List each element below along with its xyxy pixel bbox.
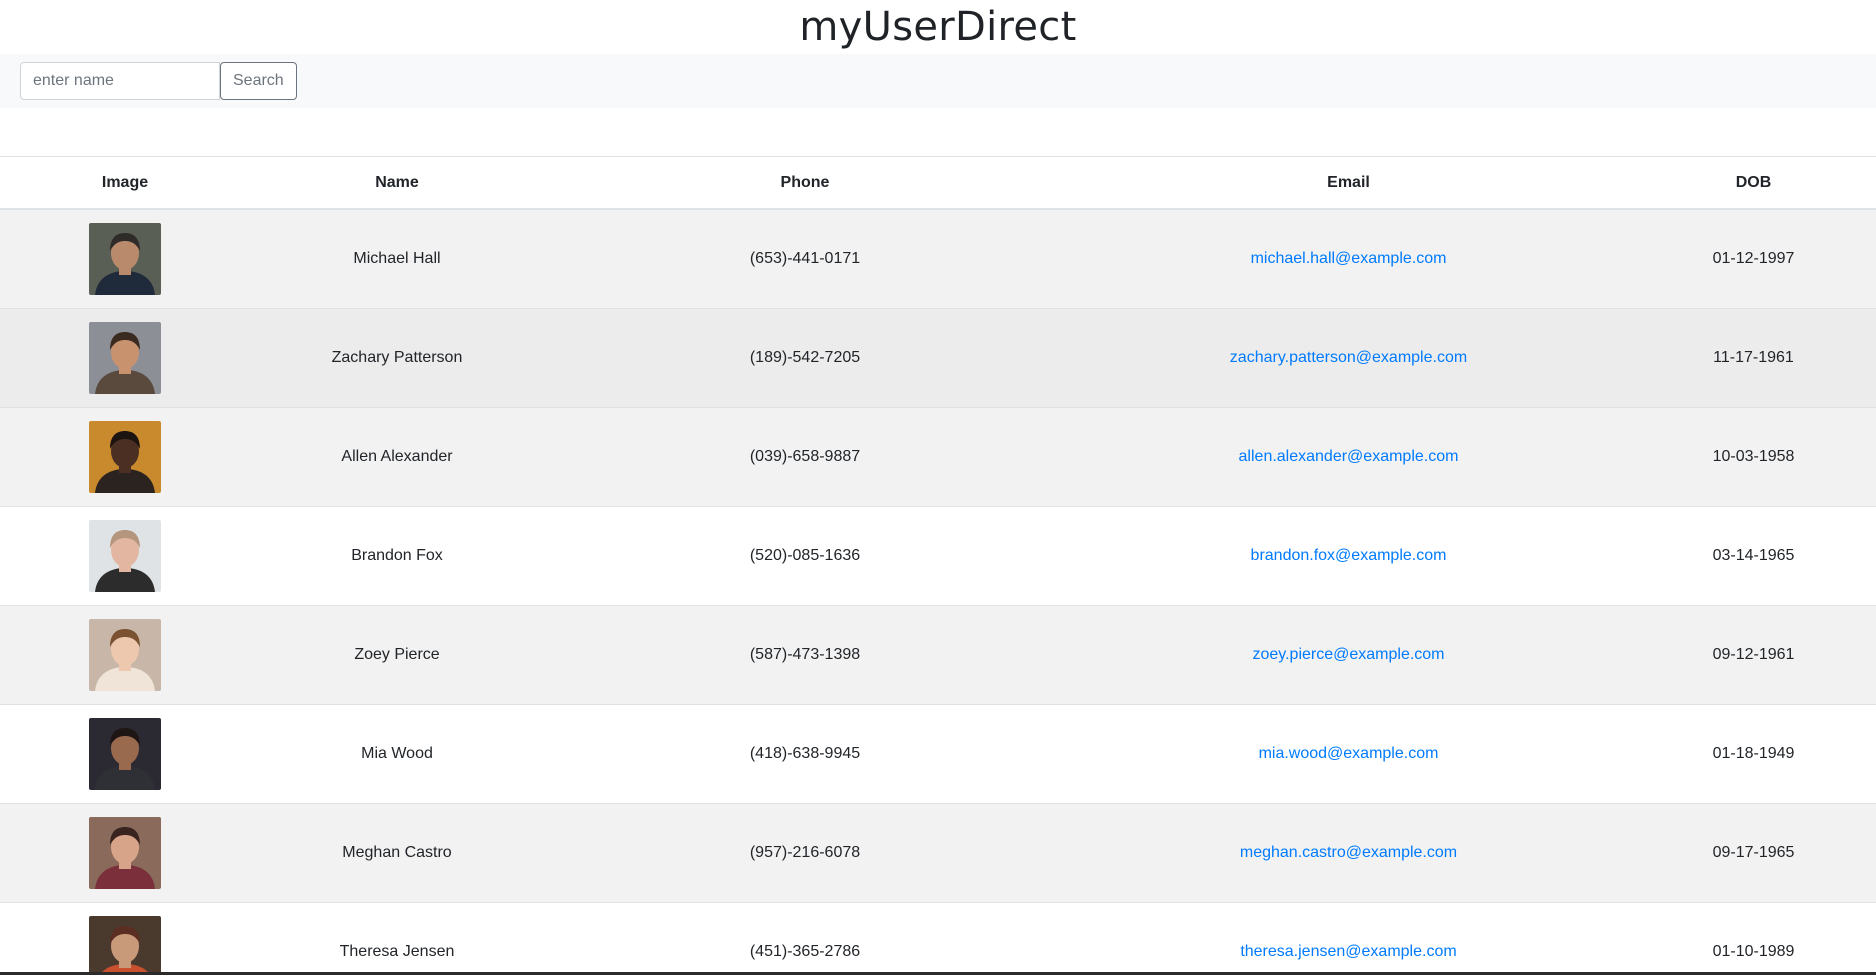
table-row[interactable]: Michael Hall (653)-441-0171 michael.hall@e… (0, 208, 1876, 309)
email-link[interactable]: allen.alexander@example.com (1239, 448, 1459, 465)
cell-phone: (039)-658-9887 (544, 407, 1066, 507)
cell-image (0, 308, 250, 408)
cell-name: Brandon Fox (250, 506, 544, 606)
user-table: Image Name Phone Email DOB Michael Hall(… (0, 156, 1876, 975)
cell-image (0, 407, 250, 507)
cell-phone: (451)-365-2786 (544, 902, 1066, 975)
cell-dob: 11-17-1961 (1631, 308, 1876, 408)
column-header-name[interactable]: Name (250, 156, 544, 210)
table-header: Image Name Phone Email DOB (0, 156, 1876, 210)
cell-dob: 09-17-1965 (1631, 803, 1876, 903)
email-link[interactable]: michael.hall@example.com (1251, 250, 1447, 267)
page-header: myUserDirect (0, 0, 1876, 54)
email-link[interactable]: zoey.pierce@example.com (1252, 646, 1444, 663)
cell-phone: (587)-473-1398 (544, 605, 1066, 705)
avatar (89, 619, 161, 691)
table-header-row: Image Name Phone Email DOB (0, 156, 1876, 210)
cell-name: Zoey Pierce (250, 605, 544, 705)
cell-dob: 03-14-1965 (1631, 506, 1876, 606)
cell-name: Zachary Patterson (250, 308, 544, 408)
avatar (89, 223, 161, 295)
email-link[interactable]: brandon.fox@example.com (1251, 547, 1447, 564)
cell-name: Allen Alexander (250, 407, 544, 507)
cell-name: Michael Hall (250, 208, 544, 309)
cell-image (0, 208, 250, 309)
cell-name: Mia Wood (250, 704, 544, 804)
email-link[interactable]: meghan.castro@example.com (1240, 844, 1457, 861)
cell-name: Meghan Castro (250, 803, 544, 903)
table-body: Michael Hall (653)-441-0171 michael.hall@e… (0, 208, 1876, 975)
column-header-image[interactable]: Image (0, 156, 250, 210)
search-button[interactable]: Search (220, 62, 297, 100)
search-input[interactable] (20, 62, 220, 100)
cell-phone: (957)-216-6078 (544, 803, 1066, 903)
cell-email: mia.wood@example.com (1066, 704, 1631, 804)
avatar (89, 817, 161, 889)
cell-email: allen.alexander@example.com (1066, 407, 1631, 507)
cell-image (0, 506, 250, 606)
table-row[interactable]: Zoey Pierce (587)-473-1398 zoey.pierce@exa… (0, 605, 1876, 705)
cell-image (0, 803, 250, 903)
avatar (89, 718, 161, 790)
table-row[interactable]: Zachary Patterson (189)-542-7205 zachary.p… (0, 308, 1876, 408)
cell-name: Theresa Jensen (250, 902, 544, 975)
table-row[interactable]: Allen Alexander (039)-658-9887 allen.alexa… (0, 407, 1876, 507)
email-link[interactable]: zachary.patterson@example.com (1230, 349, 1467, 366)
cell-phone: (653)-441-0171 (544, 208, 1066, 309)
cell-email: michael.hall@example.com (1066, 208, 1631, 309)
cell-email: zachary.patterson@example.com (1066, 308, 1631, 408)
page-title: myUserDirect (799, 4, 1077, 50)
table-row[interactable]: Brandon Fox (520)-085-1636 brandon.fox@exa… (0, 506, 1876, 606)
cell-image (0, 902, 250, 975)
avatar (89, 916, 161, 975)
column-header-email[interactable]: Email (1066, 156, 1631, 210)
cell-email: meghan.castro@example.com (1066, 803, 1631, 903)
avatar (89, 322, 161, 394)
cell-dob: 01-18-1949 (1631, 704, 1876, 804)
cell-dob: 01-10-1989 (1631, 902, 1876, 975)
cell-email: brandon.fox@example.com (1066, 506, 1631, 606)
avatar (89, 421, 161, 493)
avatar (89, 520, 161, 592)
cell-image (0, 704, 250, 804)
email-link[interactable]: theresa.jensen@example.com (1240, 943, 1456, 960)
column-header-dob[interactable]: DOB (1631, 156, 1876, 210)
cell-image (0, 605, 250, 705)
cell-email: theresa.jensen@example.com (1066, 902, 1631, 975)
table-row[interactable]: Theresa Jensen (451)-365-2786 theresa.jens… (0, 902, 1876, 975)
table-row[interactable]: Meghan Castro (957)-216-6078 meghan.castro… (0, 803, 1876, 903)
cell-dob: 10-03-1958 (1631, 407, 1876, 507)
cell-phone: (520)-085-1636 (544, 506, 1066, 606)
column-header-phone[interactable]: Phone (544, 156, 1066, 210)
cell-phone: (189)-542-7205 (544, 308, 1066, 408)
app-root: myUserDirect Search Image Name Phone Ema… (0, 0, 1876, 975)
cell-email: zoey.pierce@example.com (1066, 605, 1631, 705)
search-bar: Search (0, 54, 1876, 108)
cell-dob: 09-12-1961 (1631, 605, 1876, 705)
cell-phone: (418)-638-9945 (544, 704, 1066, 804)
cell-dob: 01-12-1997 (1631, 208, 1876, 309)
email-link[interactable]: mia.wood@example.com (1259, 745, 1439, 762)
table-row[interactable]: Mia Wood (418)-638-9945 mia.wood@example.c… (0, 704, 1876, 804)
